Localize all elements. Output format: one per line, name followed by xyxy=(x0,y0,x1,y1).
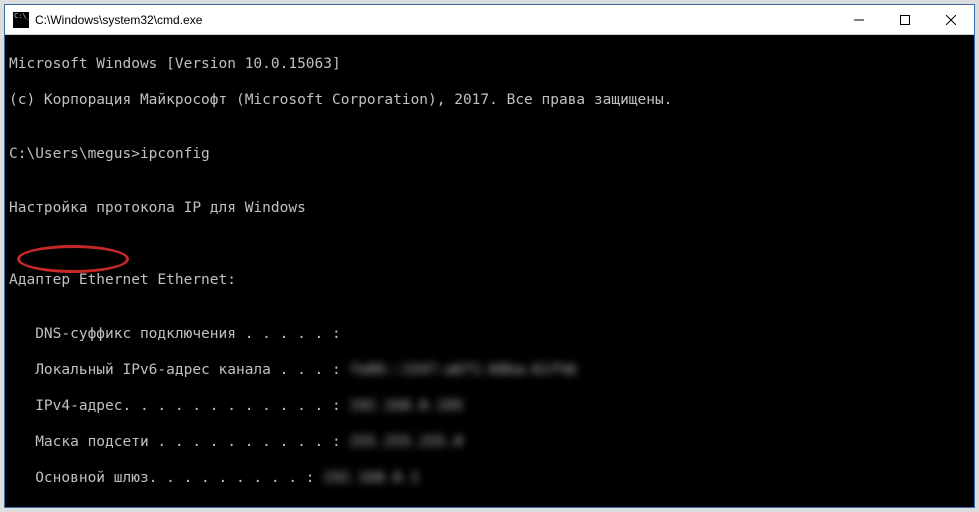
ipv4-line: IPv4-адрес. . . . . . . . . . . . : 192.… xyxy=(9,397,970,415)
minimize-button[interactable] xyxy=(836,5,882,35)
ipv6-value: fe80::1547:a6f1:68ba:61f%6 xyxy=(349,361,576,379)
maximize-icon xyxy=(900,15,910,25)
ipv6-line: Локальный IPv6-адрес канала . . . : fe80… xyxy=(9,361,970,379)
version-line: Microsoft Windows [Version 10.0.15063] xyxy=(9,55,970,73)
dns-suffix-line: DNS-суффикс подключения . . . . . : xyxy=(9,325,970,343)
copyright-line: (c) Корпорация Майкрософт (Microsoft Cor… xyxy=(9,91,970,109)
minimize-icon xyxy=(854,15,864,25)
gateway-line: Основной шлюз. . . . . . . . . : 192.168… xyxy=(9,469,970,487)
close-icon xyxy=(946,15,956,25)
cmd-icon xyxy=(13,12,29,28)
red-circle-annotation xyxy=(17,245,129,273)
maximize-button[interactable] xyxy=(882,5,928,35)
titlebar[interactable]: C:\Windows\system32\cmd.exe xyxy=(5,5,974,35)
adapter-header: Адаптер Ethernet Ethernet: xyxy=(9,271,970,289)
subnet-mask-line: Маска подсети . . . . . . . . . . : 255.… xyxy=(9,433,970,451)
close-button[interactable] xyxy=(928,5,974,35)
window-title: C:\Windows\system32\cmd.exe xyxy=(35,13,202,27)
ipv4-value: 192.168.0.105 xyxy=(349,397,463,415)
mask-value: 255.255.255.0 xyxy=(349,433,463,451)
terminal-output[interactable]: Microsoft Windows [Version 10.0.15063] (… xyxy=(5,35,974,507)
cmd-window: C:\Windows\system32\cmd.exe Microsoft Wi… xyxy=(4,4,975,508)
gateway-value: 192.168.0.1 xyxy=(323,469,419,487)
prompt-line: C:\Users\megus>ipconfig xyxy=(9,145,970,163)
ipconfig-title: Настройка протокола IP для Windows xyxy=(9,199,970,217)
